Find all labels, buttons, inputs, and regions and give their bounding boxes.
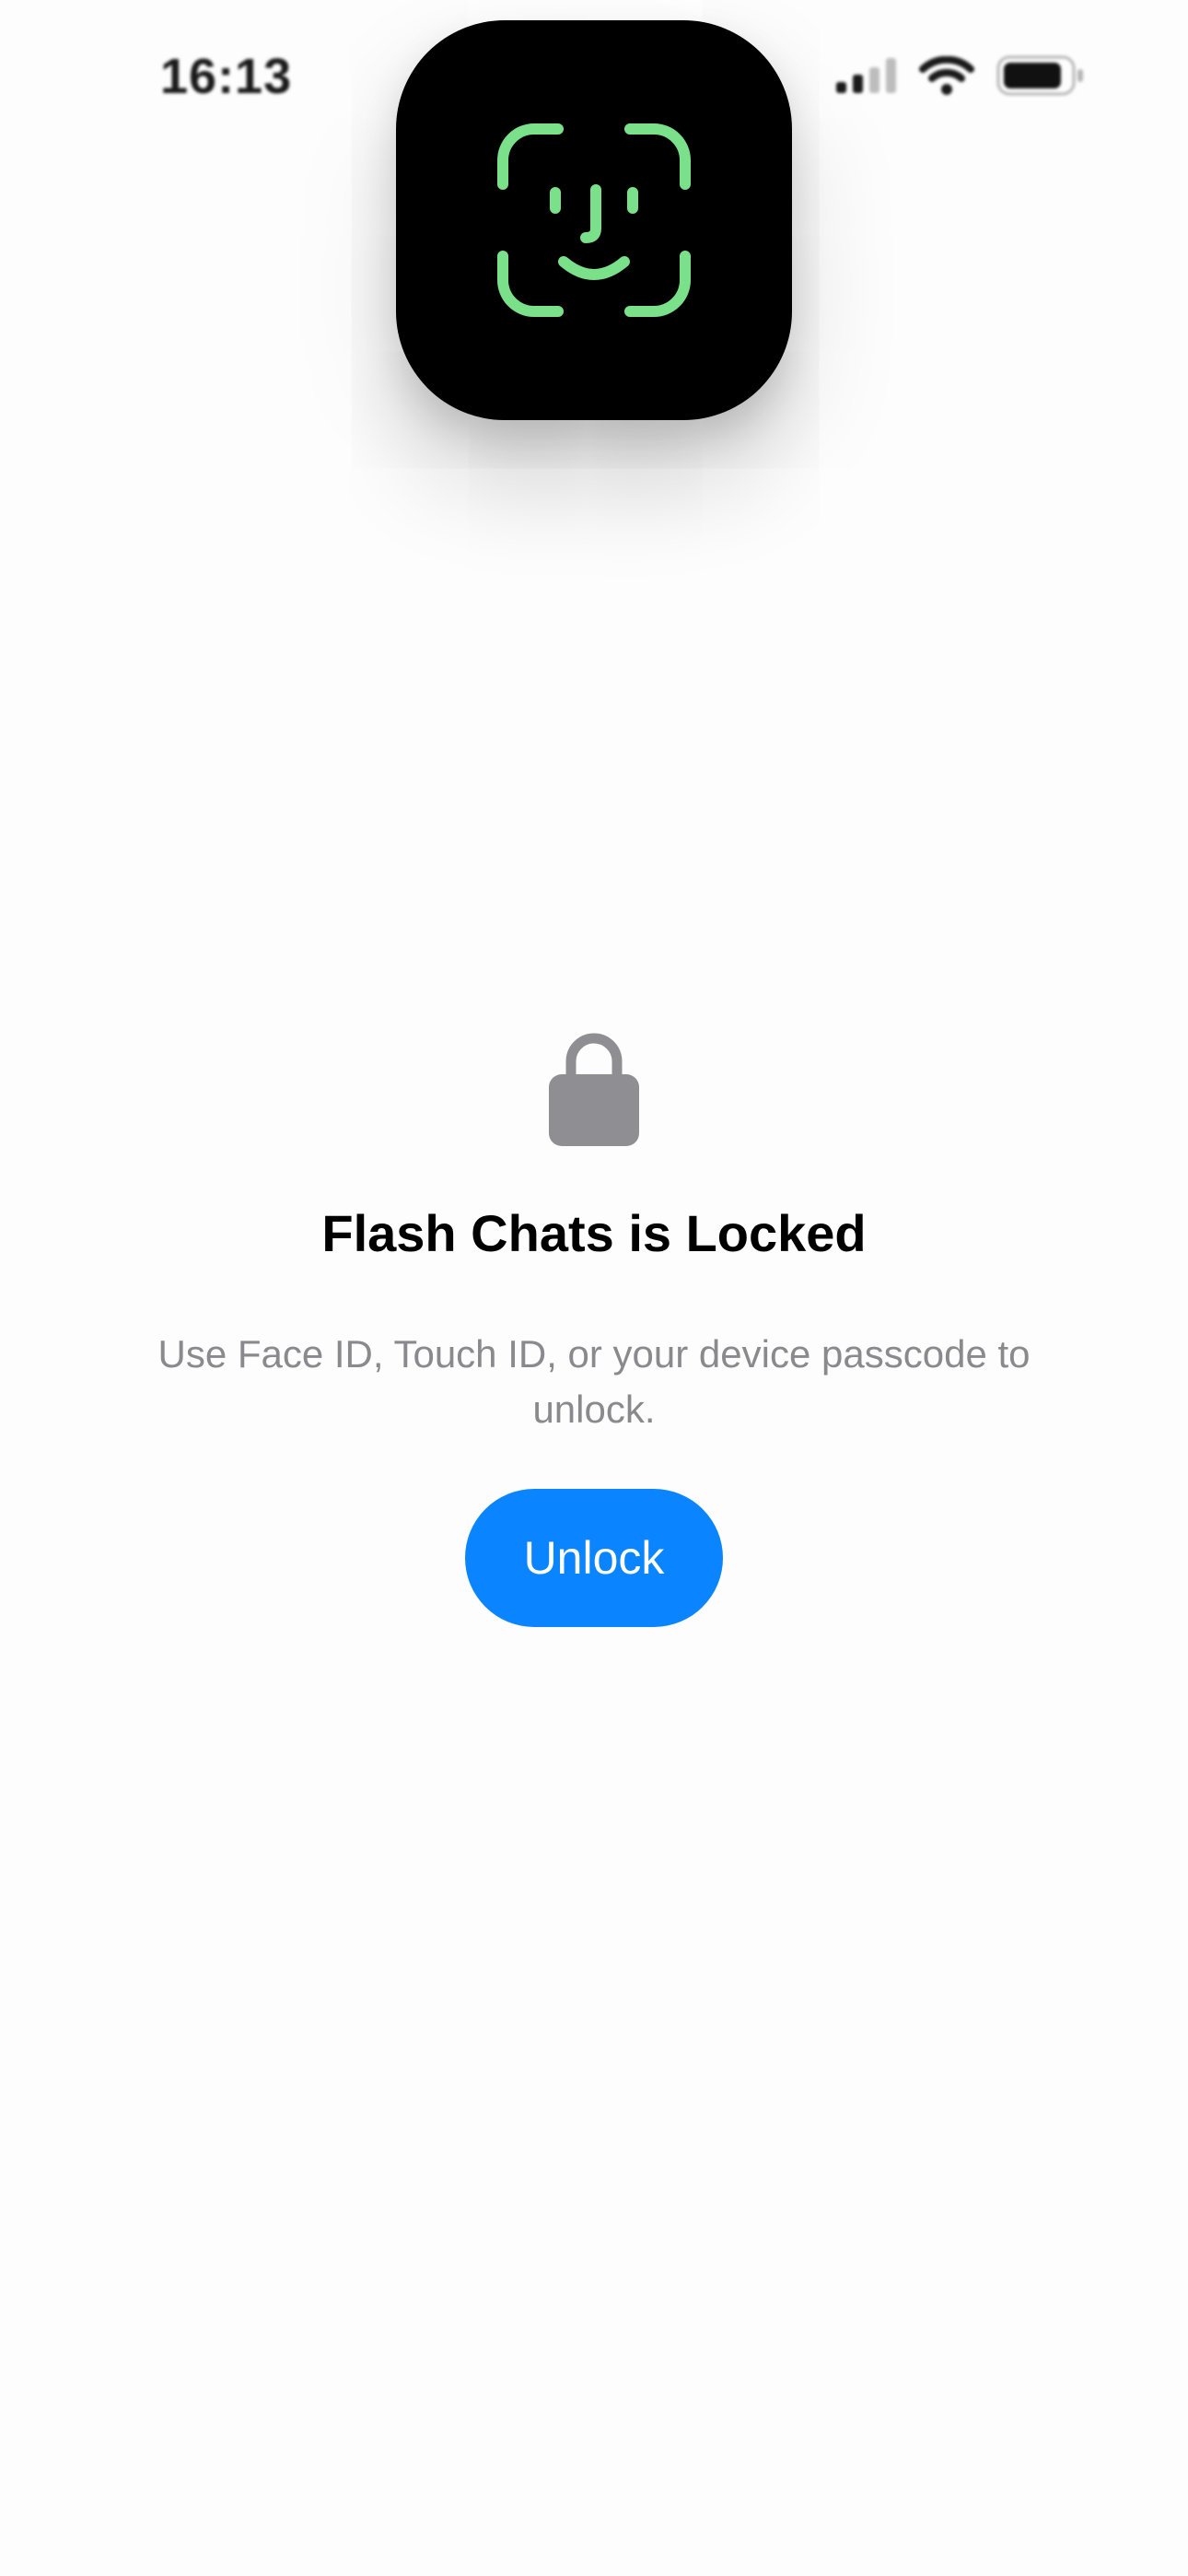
status-icons [836,55,1085,96]
lock-description: Use Face ID, Touch ID, or your device pa… [157,1332,1031,1431]
page-title: Flash Chats is Locked [321,1204,867,1262]
wifi-icon [919,56,974,95]
battery-icon [996,55,1083,96]
lock-icon [549,1033,639,1146]
status-time: 16:13 [160,49,293,104]
cellular-signal-icon [836,58,896,93]
face-id-overlay [396,20,792,420]
face-id-icon [497,123,691,317]
unlock-button[interactable]: Unlock [465,1489,723,1627]
